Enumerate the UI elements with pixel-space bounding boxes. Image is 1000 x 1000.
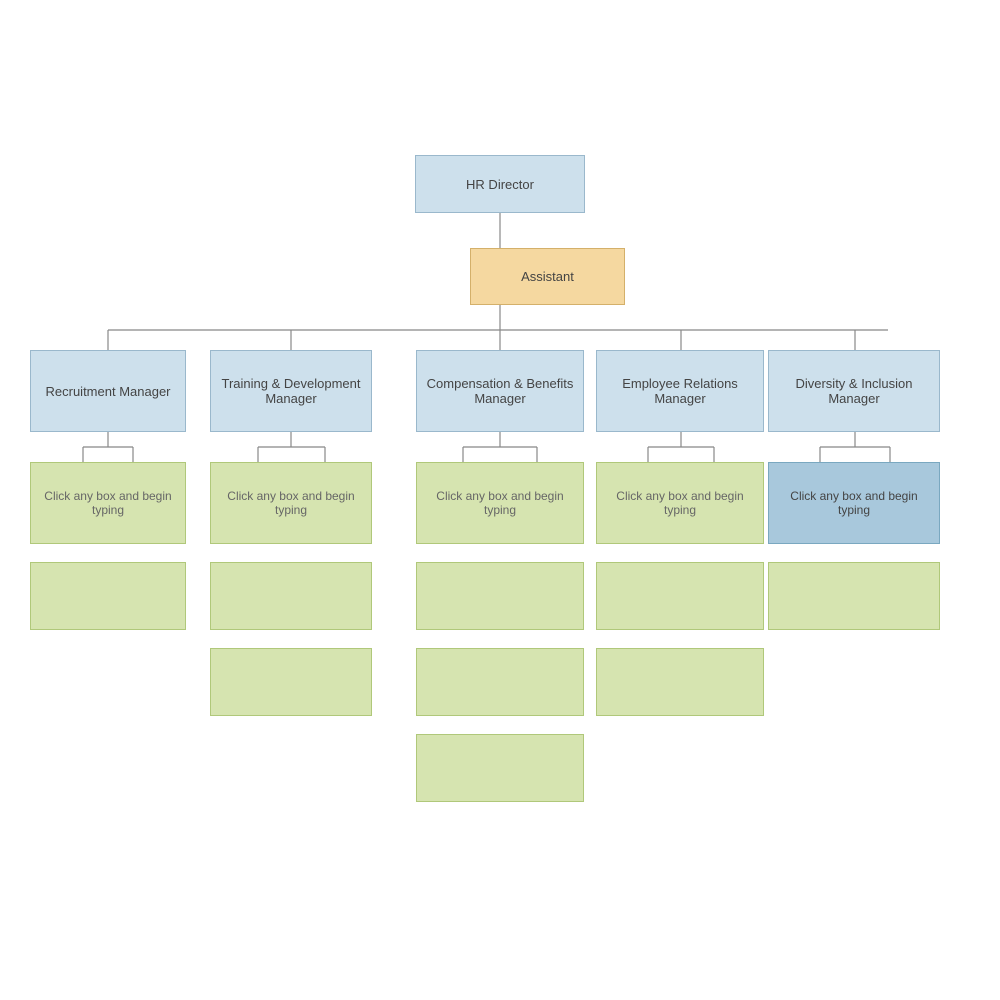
diversity-child-1[interactable]: Click any box and begin typing — [768, 462, 940, 544]
hr-director-box[interactable]: HR Director — [415, 155, 585, 213]
compensation-child-2[interactable] — [416, 562, 584, 630]
diversity-manager-box[interactable]: Diversity & Inclusion Manager — [768, 350, 940, 432]
training-child-1[interactable]: Click any box and begin typing — [210, 462, 372, 544]
training-child-3[interactable] — [210, 648, 372, 716]
recruitment-child-2[interactable] — [30, 562, 186, 630]
compensation-child-3[interactable] — [416, 648, 584, 716]
recruitment-manager-box[interactable]: Recruitment Manager — [30, 350, 186, 432]
employee-relations-box[interactable]: Employee Relations Manager — [596, 350, 764, 432]
compensation-child-1[interactable]: Click any box and begin typing — [416, 462, 584, 544]
org-chart: HR Director Assistant Recruitment Manage… — [0, 0, 1000, 1000]
assistant-box[interactable]: Assistant — [470, 248, 625, 305]
compensation-child-4[interactable] — [416, 734, 584, 802]
recruitment-child-1[interactable]: Click any box and begin typing — [30, 462, 186, 544]
diversity-child-2[interactable] — [768, 562, 940, 630]
training-manager-box[interactable]: Training & Development Manager — [210, 350, 372, 432]
employee-child-3[interactable] — [596, 648, 764, 716]
employee-child-1[interactable]: Click any box and begin typing — [596, 462, 764, 544]
training-child-2[interactable] — [210, 562, 372, 630]
compensation-manager-box[interactable]: Compensation & Benefits Manager — [416, 350, 584, 432]
employee-child-2[interactable] — [596, 562, 764, 630]
